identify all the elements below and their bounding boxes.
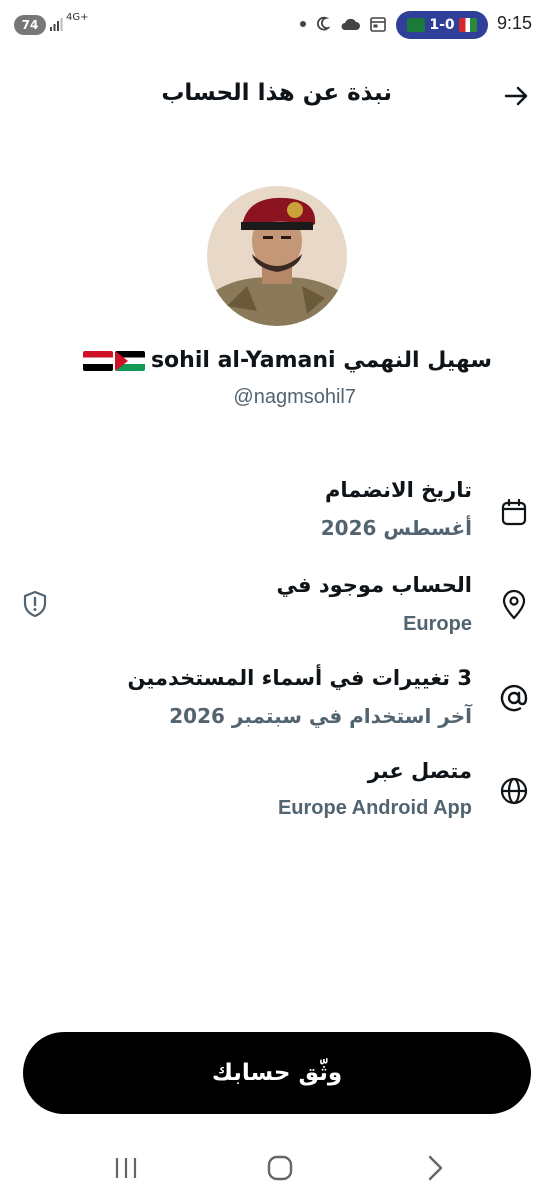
oman-flag-icon [458, 18, 477, 32]
joined-title: تاريخ الانضمام [325, 478, 472, 502]
shield-warning-icon[interactable] [20, 589, 50, 619]
location-title: الحساب موجود في [276, 573, 472, 597]
page-header: نبذة عن هذا الحساب [0, 70, 554, 122]
back-arrow-icon[interactable] [500, 80, 532, 112]
home-icon[interactable] [266, 1154, 294, 1182]
notification-dot-icon [300, 21, 306, 27]
verify-account-button[interactable]: وثّق حسابك [23, 1032, 531, 1114]
calendar-icon [501, 498, 527, 526]
moon-icon [317, 16, 330, 31]
username-changes-title: 3 تغييرات في أسماء المستخدمين [127, 666, 472, 690]
display-name: سهيل النهمي sohil al-Yamani [82, 348, 492, 373]
battery-indicator: 74 [14, 15, 46, 35]
score-text: 1-0 [429, 17, 455, 33]
avatar[interactable] [207, 186, 347, 326]
joined-value: أغسطس 2026 [320, 516, 472, 540]
back-chevron-icon[interactable] [424, 1154, 446, 1182]
calendar-small-icon [370, 17, 386, 32]
signal-icon [50, 18, 63, 31]
location-value: Europe [403, 613, 472, 635]
page-title: نبذة عن هذا الحساب [161, 80, 392, 106]
display-name-text: سهيل النهمي sohil al-Yamani [150, 348, 492, 373]
profile-photo [207, 186, 347, 326]
recent-apps-icon[interactable] [113, 1156, 139, 1180]
yemen-flag-icon [82, 350, 113, 371]
username-handle: @nagmsohil7 [233, 386, 356, 408]
system-nav-bar [0, 1140, 554, 1200]
saudi-flag-icon [407, 18, 426, 32]
status-bar: 74 4G+ 1-0 9:15 [0, 0, 554, 50]
cloud-icon [341, 18, 360, 30]
location-pin-icon [502, 589, 526, 620]
live-score-badge[interactable]: 1-0 [396, 11, 488, 39]
at-sign-icon [500, 684, 528, 712]
connected-via-title: متصل عبر [367, 759, 472, 783]
connected-via-value: Europe Android App [277, 797, 472, 819]
globe-icon [500, 777, 528, 805]
palestine-flag-icon [114, 350, 145, 371]
username-changes-value: آخر استخدام في سبتمبر 2026 [169, 704, 472, 728]
network-type: 4G+ [66, 12, 89, 23]
clock: 9:15 [496, 13, 532, 33]
